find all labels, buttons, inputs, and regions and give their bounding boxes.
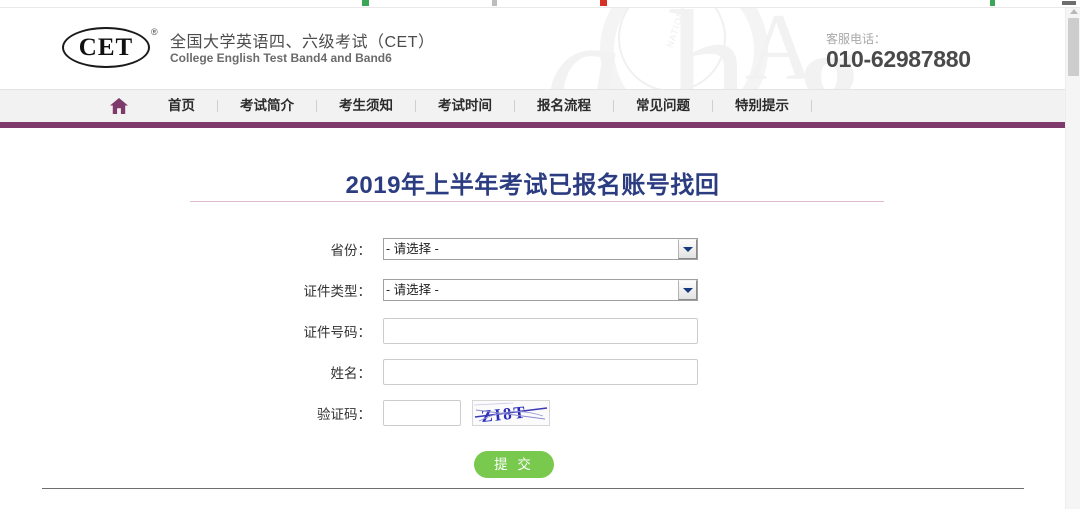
name-input[interactable]: [383, 358, 698, 385]
nav-item-exam-time[interactable]: 考试时间: [416, 90, 514, 122]
chrome-tab-dot: [492, 0, 497, 6]
scrollbar-thumb[interactable]: [1068, 18, 1079, 76]
hotline-number: 010-62987880: [826, 46, 971, 72]
form-row-province: 省份： - 请选择 -: [0, 228, 1065, 269]
nav-item-home[interactable]: 首页: [146, 90, 217, 122]
browser-chrome-strip: [0, 0, 1080, 7]
nav-item-process[interactable]: 报名流程: [515, 90, 613, 122]
form-row-id-number: 证件号码：: [0, 310, 1065, 351]
account-recovery-form: 省份： - 请选择 - 证件类型： - 请选择 - 证件号码： 姓名： 验证码：…: [0, 228, 1065, 487]
scroll-up-arrow-icon[interactable]: [1070, 9, 1078, 14]
site-subtitle: College English Test Band4 and Band6: [170, 51, 392, 65]
captcha-input[interactable]: [383, 399, 461, 426]
id-number-input[interactable]: [383, 317, 698, 344]
captcha-label: 验证码：: [317, 406, 371, 422]
hotline-label: 客服电话：: [826, 32, 887, 46]
nav-item-faq[interactable]: 常见问题: [614, 90, 712, 122]
site-title: 全国大学英语四、六级考试（CET）: [170, 34, 435, 51]
captcha-image[interactable]: ZI8T: [472, 399, 550, 426]
submit-button[interactable]: 提 交: [474, 450, 554, 478]
chrome-extension-dot: [990, 0, 995, 6]
title-divider: [190, 201, 884, 202]
page-canvas: NATIONAL EXAM g h A g CET ® 全国大学英语四、六级考试…: [0, 8, 1065, 509]
id-type-select[interactable]: - 请选择 -: [383, 278, 698, 301]
nav-item-tips[interactable]: 特别提示: [713, 90, 811, 122]
province-select-wrap[interactable]: - 请选择 -: [383, 237, 698, 260]
site-header: NATIONAL EXAM g h A g CET ® 全国大学英语四、六级考试…: [0, 8, 1065, 90]
nav-item-notice[interactable]: 考生须知: [317, 90, 415, 122]
page-title: 2019年上半年考试已报名账号找回: [345, 172, 720, 199]
id-type-label: 证件类型：: [303, 283, 372, 299]
vertical-scrollbar[interactable]: [1065, 8, 1080, 509]
chrome-tab-favicon: [362, 0, 369, 6]
footer-divider: [42, 488, 1024, 489]
home-icon[interactable]: [110, 98, 128, 114]
nav-item-exam-intro[interactable]: 考试简介: [218, 90, 316, 122]
registered-mark-icon: ®: [151, 27, 158, 37]
main-navigation: 首页 考试简介 考生须知 考试时间 报名流程 常见问题 特别提示: [0, 90, 1065, 128]
form-row-captcha: 验证码： ZI8T: [0, 392, 1065, 433]
form-row-name: 姓名：: [0, 351, 1065, 392]
logo-text: CET: [78, 34, 134, 61]
main-content: 2019年上半年考试已报名账号找回 省份： - 请选择 - 证件类型： - 请选…: [0, 128, 1065, 509]
id-type-select-wrap[interactable]: - 请选择 -: [383, 278, 698, 301]
cet-logo[interactable]: CET ®: [62, 25, 158, 72]
nav-items-container: 首页 考试简介 考生须知 考试时间 报名流程 常见问题 特别提示: [110, 90, 812, 122]
id-number-label: 证件号码：: [303, 324, 372, 340]
province-label: 省份：: [330, 242, 372, 258]
form-row-submit: 提 交: [0, 433, 1065, 487]
province-select[interactable]: - 请选择 -: [383, 237, 698, 260]
nav-separator: [811, 100, 812, 112]
name-label: 姓名：: [330, 365, 372, 381]
chrome-tab-favicon-alt: [600, 0, 607, 6]
form-row-id-type: 证件类型： - 请选择 -: [0, 269, 1065, 310]
chrome-menu-icon: [1062, 1, 1076, 5]
